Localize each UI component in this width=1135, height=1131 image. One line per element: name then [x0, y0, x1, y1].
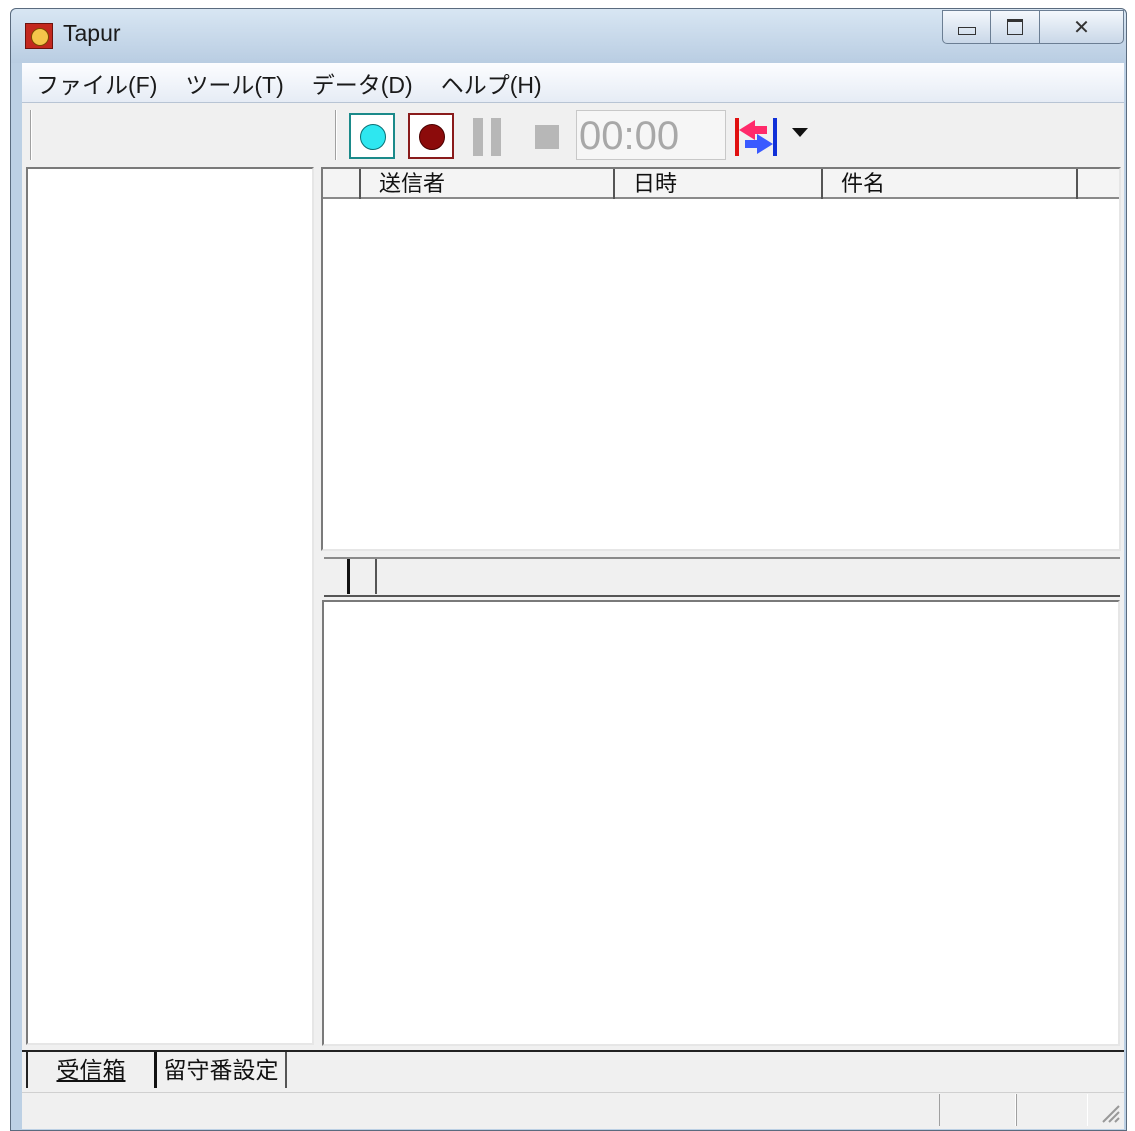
- menu-tools[interactable]: ツール(T): [171, 66, 297, 100]
- maximize-button[interactable]: [990, 10, 1040, 44]
- status-pane: [1016, 1094, 1088, 1126]
- record-button[interactable]: [349, 113, 395, 159]
- column-header-subject[interactable]: 件名: [823, 169, 1078, 199]
- folder-pane[interactable]: [26, 167, 314, 1045]
- app-icon[interactable]: [25, 23, 53, 49]
- resize-grip-icon[interactable]: [1097, 1100, 1121, 1124]
- swap-icon: [735, 118, 777, 156]
- toolbar-separator: [30, 110, 32, 160]
- record-icon: [360, 124, 386, 150]
- chevron-down-icon[interactable]: [792, 128, 808, 137]
- column-header-status[interactable]: [323, 169, 361, 199]
- window-title: Tapur: [63, 20, 121, 46]
- status-pane: [939, 1094, 1016, 1126]
- toolbar-separator: [335, 110, 337, 160]
- column-header-datetime[interactable]: 日時: [615, 169, 823, 199]
- pause-button[interactable]: [473, 118, 503, 156]
- menu-help[interactable]: ヘルプ(H): [427, 66, 556, 100]
- detail-header: [324, 557, 1120, 597]
- minimize-icon: [957, 27, 976, 35]
- record-dot-icon: [419, 124, 445, 150]
- minimize-button[interactable]: [942, 10, 991, 44]
- toolbar: [22, 104, 1124, 168]
- tab-answering-label: 留守番設定: [163, 1057, 279, 1083]
- splitter-handle[interactable]: [347, 559, 377, 594]
- menu-data[interactable]: データ(D): [298, 66, 427, 100]
- record-memo-button[interactable]: [408, 113, 454, 159]
- menu-file[interactable]: ファイル(F): [22, 66, 171, 100]
- timer-display: 00:00: [576, 110, 726, 160]
- message-list[interactable]: [321, 167, 1121, 551]
- stop-button[interactable]: [535, 125, 559, 149]
- tab-inbox-label: 受信箱: [56, 1057, 126, 1083]
- menu-bar: ファイル(F) ツール(T) データ(D) ヘルプ(H): [22, 63, 1124, 103]
- close-icon: ✕: [1073, 15, 1090, 39]
- pause-icon: [473, 118, 483, 156]
- message-preview[interactable]: [322, 600, 1120, 1046]
- tab-inbox[interactable]: 受信箱: [26, 1052, 154, 1088]
- tab-answering-settings[interactable]: 留守番設定: [154, 1052, 287, 1088]
- column-header-sender[interactable]: 送信者: [361, 169, 615, 199]
- maximize-icon: [1007, 19, 1023, 35]
- swap-button[interactable]: [733, 116, 779, 158]
- close-button[interactable]: ✕: [1039, 10, 1124, 44]
